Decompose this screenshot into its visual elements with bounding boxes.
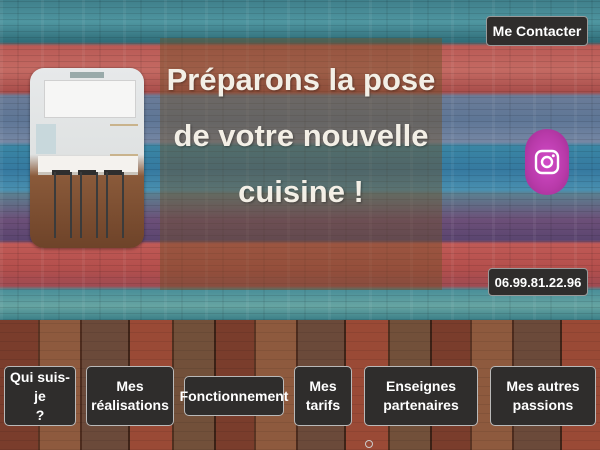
- headline-line-2: de votre nouvelle: [173, 118, 429, 153]
- nav-label-line1: Mes: [116, 378, 144, 394]
- nav-label-line1: Mes: [309, 378, 337, 394]
- kitchen-photo: [30, 68, 144, 248]
- instagram-icon: [534, 149, 560, 175]
- nav-label-line2: réalisations: [91, 397, 169, 413]
- nav-qui-suis-je[interactable]: Qui suis-je ?: [4, 366, 76, 426]
- nav-label-line2: ?: [35, 406, 45, 423]
- nav-mes-tarifs[interactable]: Mes tarifs: [294, 366, 352, 426]
- nav-label-line1: Qui suis-je: [10, 368, 70, 404]
- headline-line-3: cuisine !: [238, 174, 364, 209]
- nav-label-line2: partenaires: [383, 397, 459, 413]
- nav-label-line1: Fonctionnement: [179, 387, 289, 404]
- page-headline: Préparons la pose de votre nouvelle cuis…: [160, 52, 442, 220]
- nav-label-line2: passions: [512, 397, 574, 413]
- nav-enseignes-partenaires[interactable]: Enseignes partenaires: [364, 366, 478, 426]
- nav-label-line1: Enseignes: [385, 378, 457, 394]
- phone-number-button[interactable]: 06.99.81.22.96: [488, 268, 588, 296]
- contact-button[interactable]: Me Contacter: [486, 16, 588, 46]
- instagram-link[interactable]: [525, 129, 569, 195]
- scroll-indicator-dot[interactable]: [365, 440, 373, 448]
- nav-mes-autres-passions[interactable]: Mes autres passions: [490, 366, 596, 426]
- nav-label-line1: Mes autres: [506, 378, 580, 394]
- headline-line-1: Préparons la pose: [166, 62, 436, 97]
- nav-mes-realisations[interactable]: Mes réalisations: [86, 366, 174, 426]
- nav-fonctionnement[interactable]: Fonctionnement: [180, 376, 288, 416]
- nav-label-line2: tarifs: [305, 397, 341, 413]
